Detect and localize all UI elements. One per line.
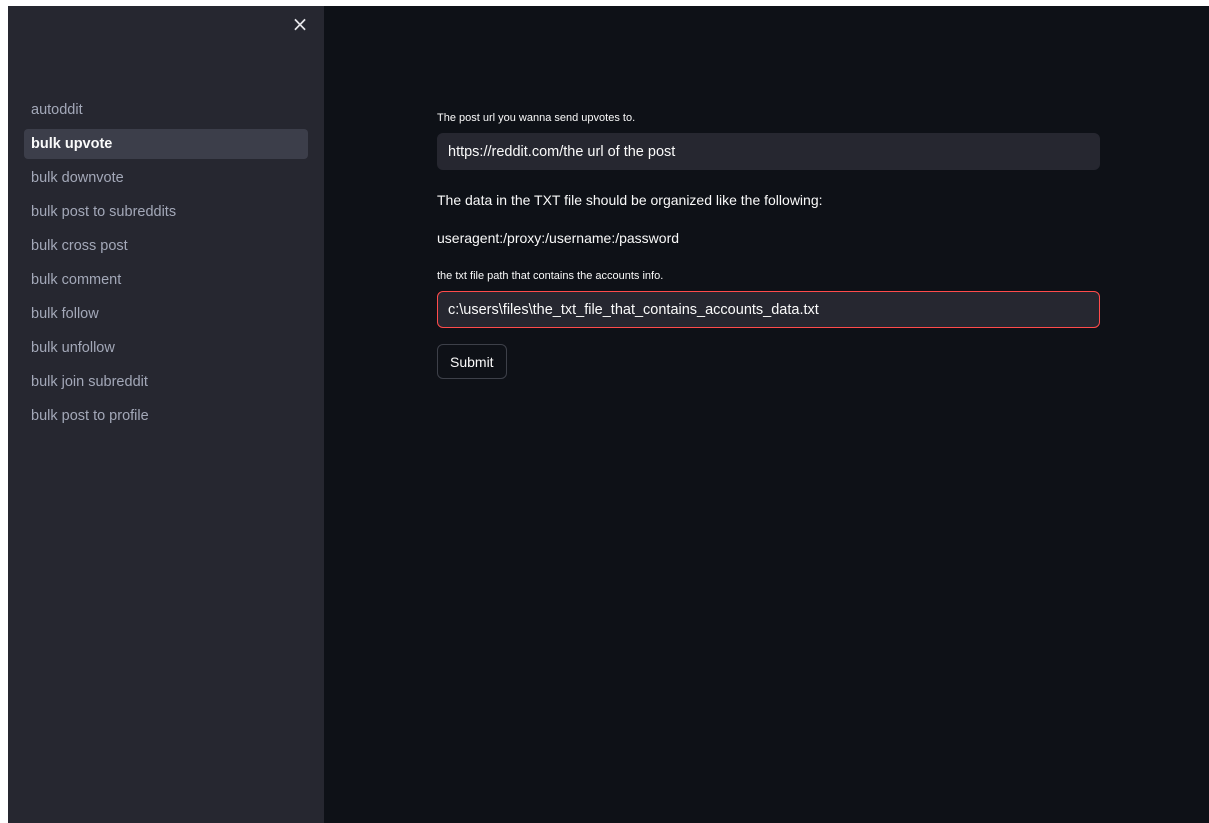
sidebar-item-bulk-unfollow[interactable]: bulk unfollow: [24, 333, 308, 363]
path-field-label: the txt file path that contains the acco…: [437, 270, 664, 282]
sidebar: × autoddit bulk upvote bulk downvote bul…: [8, 6, 324, 823]
sidebar-item-bulk-cross-post[interactable]: bulk cross post: [24, 231, 308, 261]
txt-file-path-input[interactable]: [437, 291, 1100, 328]
sidebar-nav: autoddit bulk upvote bulk downvote bulk …: [24, 95, 308, 435]
sidebar-item-bulk-post-to-profile[interactable]: bulk post to profile: [24, 401, 308, 431]
sidebar-item-bulk-join-subreddit[interactable]: bulk join subreddit: [24, 367, 308, 397]
sidebar-item-autoddit[interactable]: autoddit: [24, 95, 308, 125]
format-example: useragent:/proxy:/username:/password: [437, 230, 680, 246]
submit-button[interactable]: Submit: [437, 344, 507, 379]
sidebar-item-bulk-follow[interactable]: bulk follow: [24, 299, 308, 329]
post-url-input[interactable]: [437, 133, 1100, 170]
url-field-label: The post url you wanna send upvotes to.: [437, 112, 636, 124]
sidebar-item-bulk-upvote[interactable]: bulk upvote: [24, 129, 308, 159]
sidebar-item-bulk-comment[interactable]: bulk comment: [24, 265, 308, 295]
sidebar-item-bulk-post-to-subreddits[interactable]: bulk post to subreddits: [24, 197, 308, 227]
sidebar-item-bulk-downvote[interactable]: bulk downvote: [24, 163, 308, 193]
app-frame: × autoddit bulk upvote bulk downvote bul…: [8, 6, 1209, 823]
close-icon[interactable]: ×: [290, 14, 310, 34]
format-instructions: The data in the TXT file should be organ…: [437, 192, 823, 208]
main-content: The post url you wanna send upvotes to. …: [324, 6, 1209, 823]
